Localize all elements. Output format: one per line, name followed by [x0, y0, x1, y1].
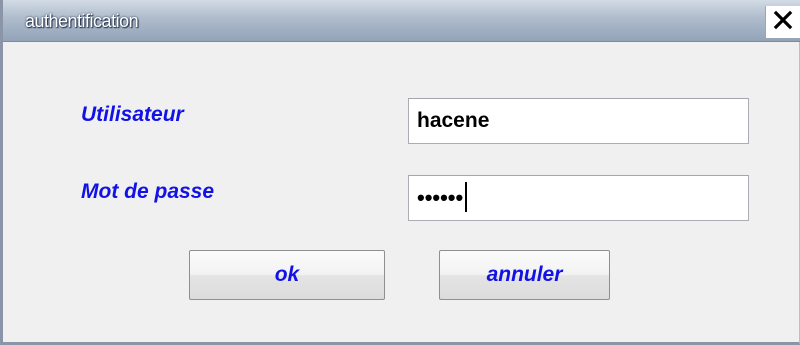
title-bar[interactable]: authentification	[3, 0, 800, 42]
cancel-button[interactable]: annuler	[439, 250, 610, 300]
username-value: hacene	[417, 109, 490, 132]
auth-dialog: authentification Utilisateur hacene Mot …	[0, 0, 800, 345]
password-label: Mot de passe	[81, 180, 215, 203]
password-value-wrap: ••••••	[417, 176, 468, 220]
password-value: ••••••	[417, 185, 464, 210]
text-caret	[465, 182, 468, 213]
username-field[interactable]: hacene	[408, 98, 749, 144]
username-label: Utilisateur	[81, 103, 184, 126]
window-title: authentification	[25, 11, 139, 31]
ok-button[interactable]: ok	[189, 250, 385, 300]
dialog-body: Utilisateur hacene Mot de passe •••••• o…	[3, 43, 799, 342]
close-button[interactable]	[765, 6, 800, 38]
close-icon	[773, 10, 793, 35]
password-field[interactable]: ••••••	[408, 175, 749, 221]
